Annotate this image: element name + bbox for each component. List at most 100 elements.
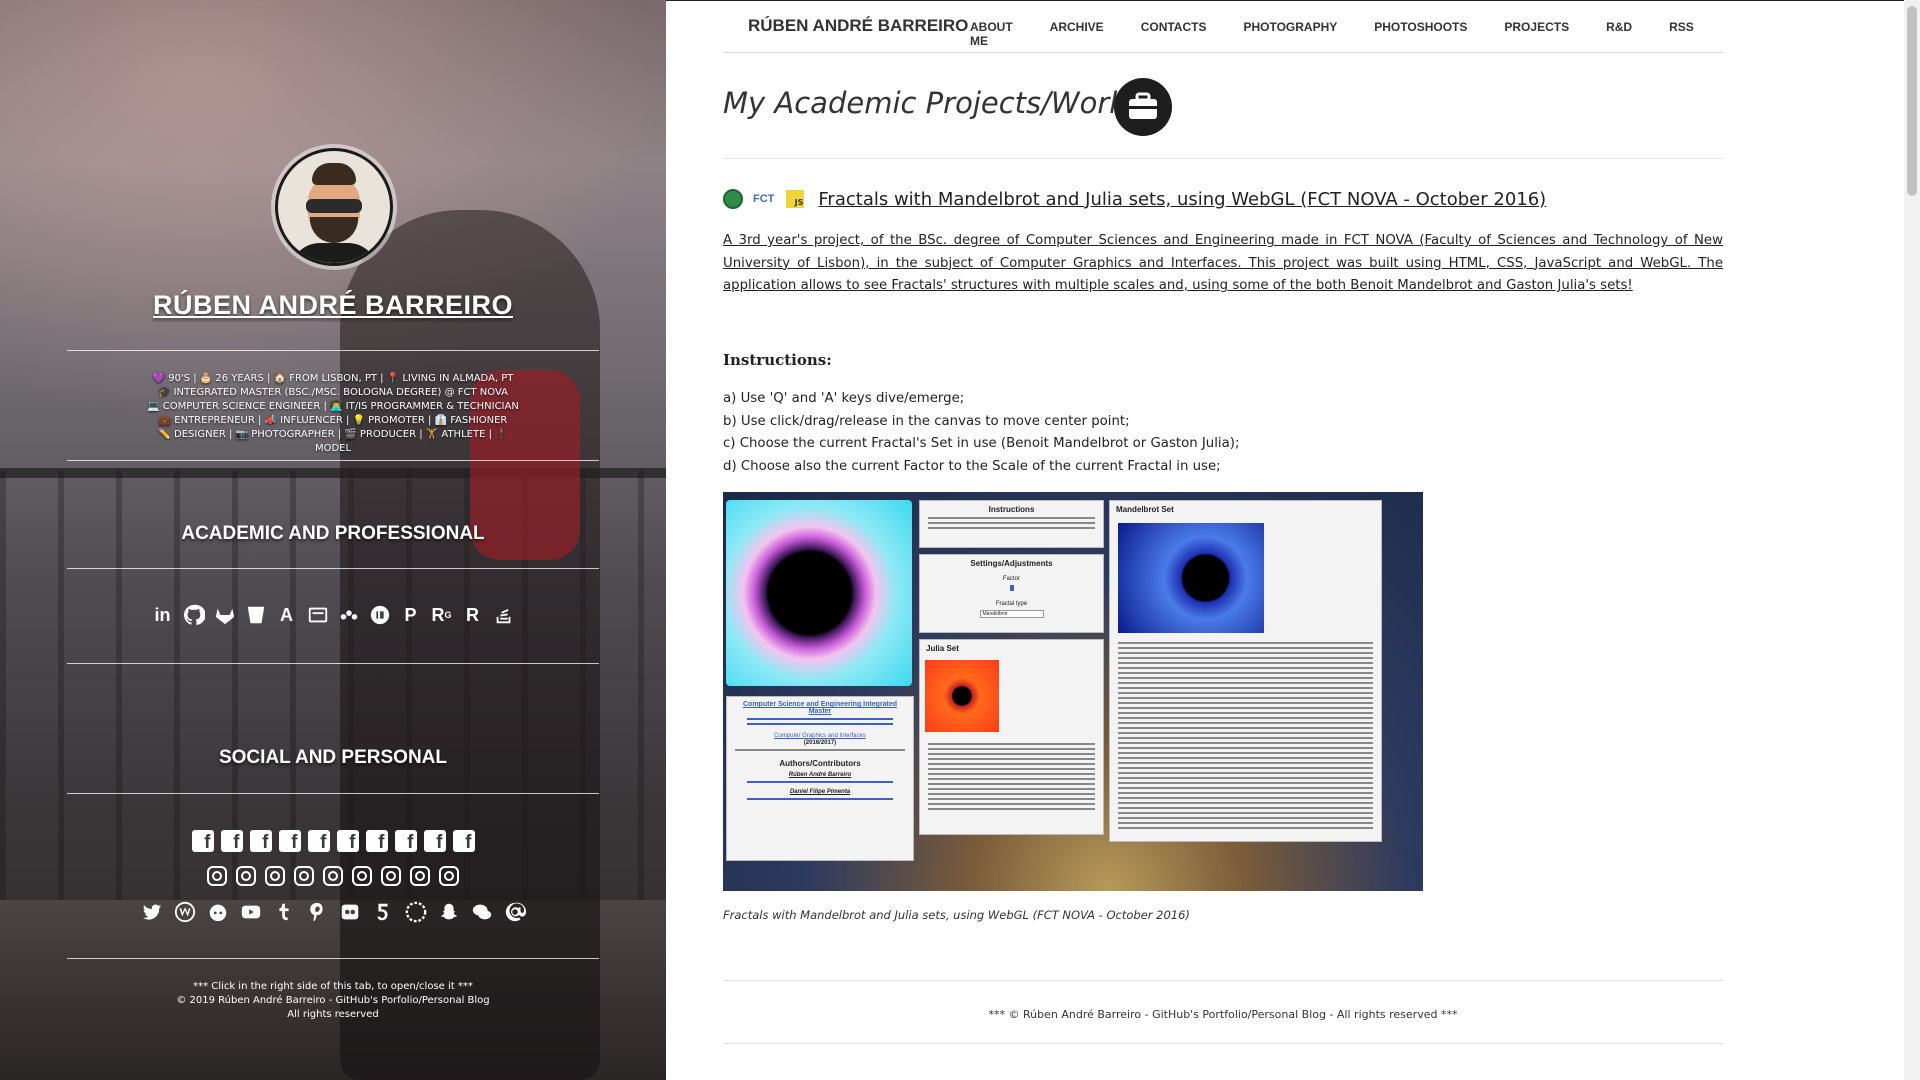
nav-link-photoshoots[interactable]: PHOTOSHOOTS <box>1374 20 1467 48</box>
screenshot-author-2: Daniel Filipe Pimenta <box>789 789 851 795</box>
a-icon[interactable]: A <box>275 603 299 627</box>
text-line <box>928 778 1095 780</box>
tumblr-icon[interactable] <box>272 900 296 924</box>
facebook-icon[interactable]: f <box>452 830 475 852</box>
instagram-icon[interactable] <box>439 866 459 886</box>
text-line <box>1118 807 1373 809</box>
tags-line: 💜 90'S | 🎂 26 YEARS | 🏠 FROM LISBON, PT … <box>152 373 514 384</box>
instructions-list: a) Use 'Q' and 'A' keys dive/emerge; b) … <box>723 388 1239 478</box>
instagram-icon[interactable] <box>294 866 314 886</box>
screenshot-authors-header: Authors/Contributors <box>779 759 861 768</box>
nav-link-about-me[interactable]: ABOUT ME <box>970 20 1013 48</box>
julia-set-image <box>925 660 999 732</box>
wordpress-icon[interactable] <box>173 900 197 924</box>
vsco-icon[interactable] <box>404 900 428 924</box>
facebook-icon[interactable]: f <box>249 830 272 852</box>
divider <box>67 568 599 569</box>
text-line <box>1118 822 1373 824</box>
link-line <box>747 798 893 800</box>
facebook-icon[interactable]: f <box>365 830 388 852</box>
p-icon[interactable]: P <box>399 603 423 627</box>
instagram-icon[interactable] <box>265 866 285 886</box>
text-line <box>928 808 1095 810</box>
facebook-icon[interactable]: f <box>191 830 214 852</box>
instagram-icon[interactable] <box>236 866 256 886</box>
link-line <box>747 718 893 720</box>
facebook-icon[interactable]: f <box>423 830 446 852</box>
nav-link-archive[interactable]: ARCHIVE <box>1050 20 1104 48</box>
orcid-icon[interactable] <box>368 603 392 627</box>
researchgate-icon[interactable]: RG <box>430 603 454 627</box>
sidebar-name[interactable]: RÚBEN ANDRÉ BARREIRO <box>0 290 666 321</box>
nav-links: ABOUT ME ARCHIVE CONTACTS PHOTOGRAPHY PH… <box>970 20 1731 48</box>
pinterest-icon[interactable] <box>305 900 329 924</box>
instagram-icon[interactable] <box>352 866 372 886</box>
text-line <box>928 788 1095 790</box>
briefcase-icon <box>1114 78 1172 136</box>
bitbucket-icon[interactable] <box>244 603 268 627</box>
sidebar[interactable]: RÚBEN ANDRÉ BARREIRO 💜 90'S | 🎂 26 YEARS… <box>0 0 666 1080</box>
linkedin-icon[interactable]: in <box>151 603 175 627</box>
fractal-canvas <box>726 500 912 686</box>
gitlab-icon[interactable] <box>213 603 237 627</box>
text-line <box>1118 667 1373 669</box>
avatar-beard <box>310 217 358 243</box>
mandelbrot-set-image <box>1118 523 1264 633</box>
screenshot-settings-header: Settings/Adjustments <box>970 559 1053 568</box>
project-screenshot[interactable]: Instructions Settings/Adjustments Factor… <box>723 492 1423 891</box>
nav-link-projects[interactable]: PROJECTS <box>1504 20 1569 48</box>
academia-icon[interactable] <box>337 603 361 627</box>
text-line <box>1118 797 1373 799</box>
500px-icon[interactable] <box>371 900 395 924</box>
reddit-icon[interactable] <box>206 900 230 924</box>
stackoverflow-icon[interactable] <box>492 603 516 627</box>
chat-icon[interactable] <box>470 900 494 924</box>
github-icon[interactable] <box>182 603 206 627</box>
text-line <box>928 522 1095 524</box>
text-line <box>1118 717 1373 719</box>
researchgate-letter: R <box>431 604 445 625</box>
sidebar-footer-hint[interactable]: *** Click in the right side of this tab,… <box>0 980 666 994</box>
screenshot-slider-thumb <box>1009 585 1014 591</box>
snapchat-icon[interactable] <box>437 900 461 924</box>
facebook-icon[interactable]: f <box>394 830 417 852</box>
facebook-icon[interactable]: f <box>307 830 330 852</box>
main-content: RÚBEN ANDRÉ BARREIRO ABOUT ME ARCHIVE CO… <box>666 0 1920 1080</box>
project-title-link[interactable]: Fractals with Mandelbrot and Julia sets,… <box>818 189 1546 210</box>
nav-link-contacts[interactable]: CONTACTS <box>1141 20 1207 48</box>
codementor-icon[interactable] <box>306 603 330 627</box>
text-line <box>1118 677 1373 679</box>
text-line <box>1118 712 1373 714</box>
instagram-icon[interactable] <box>410 866 430 886</box>
section-academic-title: ACADEMIC AND PROFESSIONAL <box>181 523 485 544</box>
page-footer: *** © Rúben André Barreiro - GitHub's Po… <box>988 1008 1458 1021</box>
facebook-icon[interactable]: f <box>278 830 301 852</box>
screenshot-info-panel: Computer Science and Engineering Integra… <box>726 696 914 861</box>
text-line <box>928 753 1095 755</box>
instagram-icon[interactable] <box>381 866 401 886</box>
page-title: My Academic Projects/Works <box>723 86 1142 120</box>
sidebar-footer-rights: All rights reserved <box>287 1009 379 1020</box>
scrollbar[interactable] <box>1904 0 1920 1080</box>
nav-link-rss[interactable]: RSS <box>1669 20 1694 48</box>
instagram-icon[interactable] <box>207 866 227 886</box>
project-header: FCT JS Fractals with Mandelbrot and Juli… <box>723 186 1546 212</box>
text-line <box>1118 772 1373 774</box>
nav-link-rnd[interactable]: R&D <box>1606 20 1632 48</box>
r-icon[interactable]: R <box>461 603 485 627</box>
avatar[interactable] <box>275 148 393 266</box>
facebook-icon[interactable]: f <box>220 830 243 852</box>
screenshot-info-year: (2016/2017) <box>803 740 837 746</box>
email-icon[interactable] <box>503 900 527 924</box>
youtube-icon[interactable] <box>239 900 263 924</box>
instagram-icon[interactable] <box>323 866 343 886</box>
scrollbar-thumb[interactable] <box>1907 6 1917 196</box>
facebook-icon[interactable]: f <box>336 830 359 852</box>
twitter-icon[interactable] <box>140 900 164 924</box>
javascript-logo-icon: JS <box>786 190 805 208</box>
flickr-icon[interactable] <box>338 900 362 924</box>
text-line <box>1118 672 1373 674</box>
divider <box>723 980 1723 981</box>
nav-link-photography[interactable]: PHOTOGRAPHY <box>1243 20 1337 48</box>
nav-brand[interactable]: RÚBEN ANDRÉ BARREIRO <box>748 16 968 36</box>
